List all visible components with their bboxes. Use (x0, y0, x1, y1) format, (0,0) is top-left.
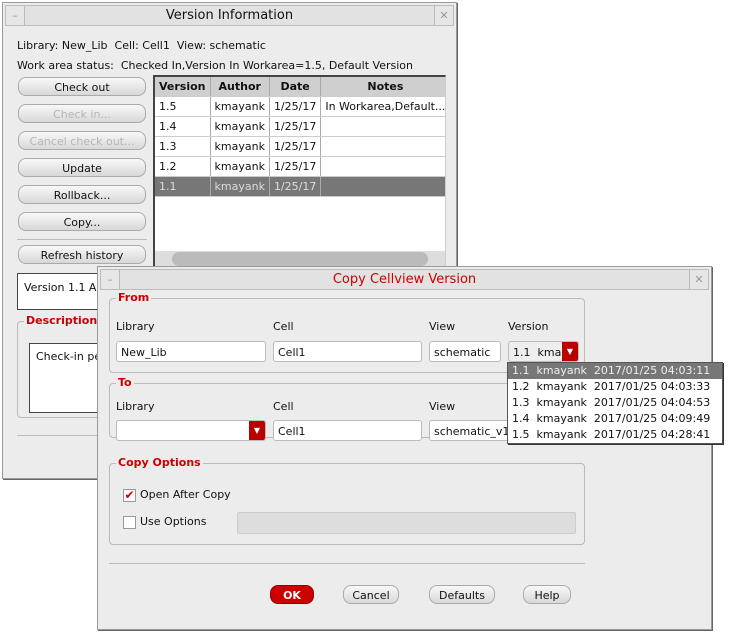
copy-options-label: Copy Options (116, 456, 203, 469)
description-label: Description (24, 314, 100, 327)
open-after-copy-checkbox[interactable]: ✔ (123, 489, 136, 502)
horizontal-scrollbar[interactable] (155, 251, 445, 267)
help-button[interactable]: Help (523, 585, 571, 604)
column-date[interactable]: Date (269, 77, 322, 97)
cell: kmayank (210, 176, 270, 197)
title-bar[interactable]: Copy Cellview Version (100, 269, 709, 290)
check-out-button[interactable]: Check out (18, 77, 146, 96)
use-options-label[interactable]: Use Options (140, 515, 207, 528)
copy-button[interactable]: Copy... (18, 212, 146, 231)
cell (320, 116, 445, 137)
cancel-check-out-button[interactable]: Cancel check out... (18, 131, 146, 150)
cell (320, 136, 445, 157)
cell: kmayank (210, 96, 270, 117)
column-author[interactable]: Author (210, 77, 270, 97)
to-library-combo[interactable]: ▼ (116, 420, 266, 441)
from-cell-input[interactable]: Cell1 (273, 341, 422, 362)
version-dropdown-list: 1.1 kmayank 2017/01/25 04:03:11 1.2 kmay… (507, 362, 723, 444)
table-row-selected[interactable]: 1.1 kmayank 1/25/17 (155, 176, 445, 197)
cell: kmayank (210, 136, 270, 157)
version-option[interactable]: 1.4 kmayank 2017/01/25 04:09:49 (508, 411, 722, 427)
cell (320, 176, 445, 197)
use-options-input (237, 512, 576, 534)
ok-button[interactable]: OK (270, 585, 314, 604)
defaults-button[interactable]: Defaults (429, 585, 495, 604)
cell: 1/25/17 (269, 136, 322, 157)
from-version-label: Version (508, 320, 549, 333)
refresh-history-button[interactable]: Refresh history (18, 245, 146, 264)
from-view-input[interactable]: schematic (429, 341, 501, 362)
to-view-input[interactable]: schematic_v1.1 (429, 420, 519, 441)
update-button[interactable]: Update (18, 158, 146, 177)
to-cell-label: Cell (273, 400, 294, 413)
cell: 1/25/17 (269, 116, 322, 137)
to-label: To (116, 376, 134, 389)
window-menu-button[interactable]: – (100, 269, 120, 290)
from-view-label: View (429, 320, 456, 333)
table-row[interactable]: 1.2 kmayank 1/25/17 (155, 156, 445, 177)
work-area-status: Work area status: Checked In,Version In … (17, 59, 413, 72)
to-cell-input[interactable]: Cell1 (273, 420, 422, 441)
version-table: Version Author Date Notes 1.5 kmayank 1/25/17… (153, 75, 446, 269)
cell: 1/25/17 (269, 96, 322, 117)
version-option[interactable]: 1.3 kmayank 2017/01/25 04:04:53 (508, 395, 722, 411)
copy-cellview-version-dialog: Copy Cellview Version – ✕ From Library C… (97, 266, 712, 630)
close-button[interactable]: ✕ (434, 5, 454, 26)
divider (109, 563, 585, 564)
version-option[interactable]: 1.2 kmayank 2017/01/25 04:03:33 (508, 379, 722, 395)
title-bar[interactable]: Version Information (5, 5, 454, 26)
table-row[interactable]: 1.3 kmayank 1/25/17 (155, 136, 445, 157)
cell (320, 156, 445, 177)
cell: 1.1 (155, 176, 211, 197)
scrollbar-thumb[interactable] (172, 252, 428, 266)
divider (17, 239, 147, 240)
use-options-checkbox[interactable] (123, 516, 136, 529)
table-row[interactable]: 1.5 kmayank 1/25/17 In Workarea,Default... (155, 96, 445, 117)
from-library-label: Library (116, 320, 155, 333)
cell: kmayank (210, 116, 270, 137)
close-button[interactable]: ✕ (689, 269, 709, 290)
cell: 1.3 (155, 136, 211, 157)
cell: 1.4 (155, 116, 211, 137)
from-version-combo[interactable]: 1.1 kmaya ▼ (508, 341, 579, 362)
cell: 1.2 (155, 156, 211, 177)
cell: kmayank (210, 156, 270, 177)
table-row[interactable]: 1.4 kmayank 1/25/17 (155, 116, 445, 137)
chevron-down-icon[interactable]: ▼ (562, 342, 578, 361)
window-menu-button[interactable]: – (5, 5, 25, 26)
version-option[interactable]: 1.5 kmayank 2017/01/25 04:28:41 (508, 427, 722, 443)
open-after-copy-label[interactable]: Open After Copy (140, 488, 231, 501)
to-view-label: View (429, 400, 456, 413)
from-library-input[interactable]: New_Lib (116, 341, 266, 362)
from-cell-label: Cell (273, 320, 294, 333)
cancel-button[interactable]: Cancel (343, 585, 399, 604)
from-label: From (116, 291, 152, 304)
cell: 1/25/17 (269, 176, 322, 197)
cellview-info: Library: New_Lib Cell: Cell1 View: schem… (17, 39, 266, 52)
to-library-label: Library (116, 400, 155, 413)
cell: 1/25/17 (269, 156, 322, 177)
cell: 1.5 (155, 96, 211, 117)
column-version[interactable]: Version (155, 77, 211, 97)
column-notes[interactable]: Notes (320, 77, 445, 97)
version-option[interactable]: 1.1 kmayank 2017/01/25 04:03:11 (508, 363, 722, 379)
chevron-down-icon[interactable]: ▼ (249, 421, 265, 440)
cell: In Workarea,Default... (320, 96, 445, 117)
check-in-button[interactable]: Check in... (18, 104, 146, 123)
rollback-button[interactable]: Rollback... (18, 185, 146, 204)
